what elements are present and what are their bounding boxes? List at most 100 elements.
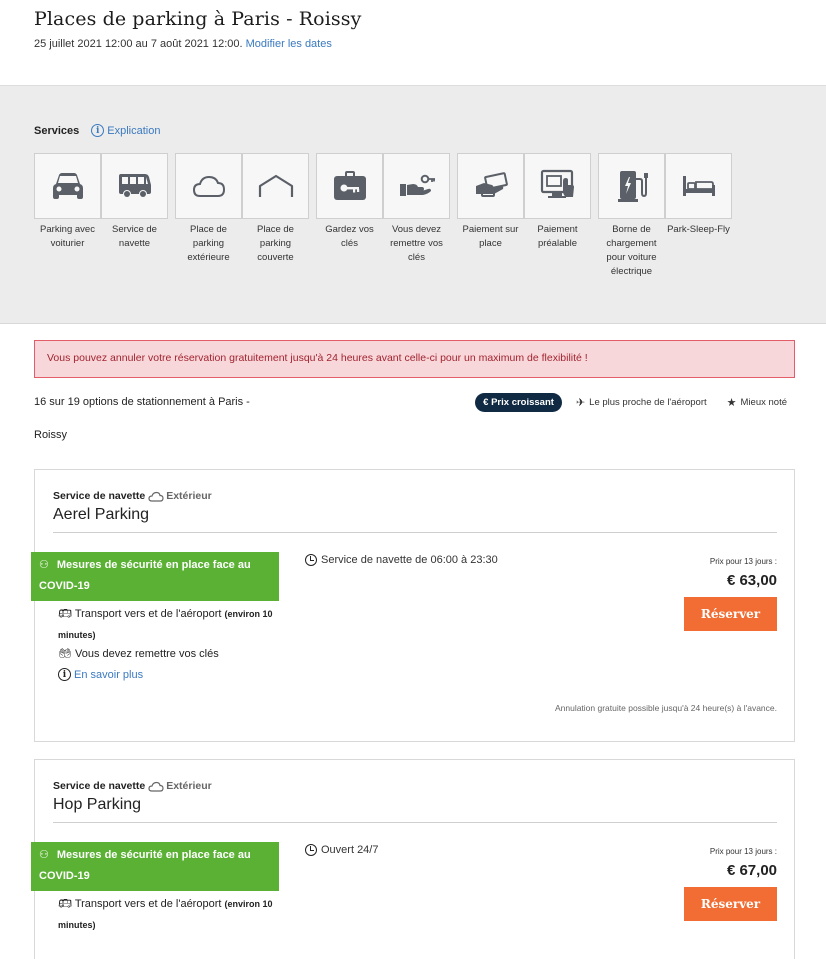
- service-label: Borne de chargement pour voiture électri…: [606, 224, 657, 277]
- services-filter-panel: Services i Explication Parking avec voit…: [0, 86, 826, 324]
- date-range: 25 juillet 2021 12:00 au 7 août 2021 12:…: [34, 38, 792, 50]
- listing-name: Hop Parking: [53, 796, 142, 813]
- explanation-label: Explication: [107, 124, 161, 137]
- modify-dates-link[interactable]: Modifier les dates: [246, 38, 332, 50]
- results-count: 16 sur 19 options de stationnement à Par…: [34, 394, 254, 444]
- service-tile-park-sleep-fly[interactable]: [665, 153, 732, 219]
- service-tile-keep-keys[interactable]: [316, 153, 383, 219]
- listing-type-label: Service de navette: [53, 780, 146, 792]
- service-group-payment: Paiement sur place Paiement préalable: [457, 153, 591, 279]
- service-label: Park-Sleep-Fly: [667, 224, 730, 235]
- shuttle-bus-icon: [118, 174, 151, 197]
- service-tile-leave-keys[interactable]: [383, 153, 450, 219]
- cloud-icon: [148, 491, 164, 502]
- service-filter-outdoor[interactable]: Place de parking extérieure: [175, 153, 242, 279]
- cloud-icon: [192, 175, 225, 197]
- service-filter-keep-keys[interactable]: Gardez vos clés: [316, 153, 383, 279]
- covid-text: Mesures de sécurité en place face au COV…: [39, 559, 251, 592]
- plane-icon: ✈: [575, 397, 586, 409]
- car-icon: [52, 173, 83, 199]
- covid-text: Mesures de sécurité en place face au COV…: [39, 849, 251, 882]
- euro-icon: €: [483, 397, 489, 408]
- listing-location: Extérieur: [148, 780, 212, 792]
- price-value: € 67,00: [726, 862, 777, 879]
- listing-header: Service de navette Extérieur Aerel Parki…: [53, 490, 777, 533]
- explanation-link[interactable]: i Explication: [91, 124, 160, 137]
- service-filters: Parking avec voiturier Service de navett…: [34, 153, 792, 279]
- cancellation-note: Annulation gratuite possible jusqu'à 24 …: [554, 703, 777, 713]
- service-filter-leave-keys[interactable]: Vous devez remettre vos clés: [383, 153, 450, 279]
- bus-icon: 🚌︎: [58, 898, 72, 910]
- service-label: Vous devez remettre vos clés: [390, 224, 443, 263]
- service-filter-park-sleep-fly[interactable]: Park-Sleep-Fly: [665, 153, 732, 279]
- parking-listing-card: Service de navette Extérieur Hop Parking…: [31, 759, 795, 959]
- service-tile-pay-on-site[interactable]: [457, 153, 524, 219]
- cloud-icon: [148, 781, 164, 792]
- hand-key-icon: 🤲︎: [58, 648, 72, 660]
- feature-more[interactable]: i En savoir plus: [58, 668, 143, 681]
- parking-listing-card: Service de navette Extérieur Aerel Parki…: [31, 469, 795, 742]
- results-count-line2: Roissy: [34, 429, 68, 441]
- results-count-line1: 16 sur 19 options de stationnement à Par…: [34, 396, 250, 408]
- covid-badge: ⚇ Mesures de sécurité en place face au CO…: [31, 842, 279, 891]
- service-label: Paiement sur place: [462, 224, 519, 249]
- price-label: Prix pour 13 jours :: [709, 557, 777, 566]
- service-label: Gardez vos clés: [325, 224, 374, 249]
- page-title: Places de parking à Paris - Roissy: [34, 8, 362, 30]
- service-label: Place de parking couverte: [257, 224, 294, 263]
- learn-more-link[interactable]: En savoir plus: [74, 669, 143, 681]
- sort-label: Prix croissant: [491, 397, 554, 408]
- roof-icon: [258, 174, 293, 197]
- transport-text: Transport vers et de l'aéroport: [74, 898, 222, 910]
- service-group-keys: Gardez vos clés Vous devez remettre vos …: [316, 153, 450, 279]
- service-filter-pay-on-site[interactable]: Paiement sur place: [457, 153, 524, 279]
- hours-text: Ouvert 24/7: [321, 844, 379, 856]
- service-group-parking-type: Place de parking extérieure Place de par…: [175, 153, 309, 279]
- listing-location-label: Extérieur: [166, 490, 212, 502]
- reserve-button[interactable]: Réserver: [684, 597, 777, 631]
- sort-closest-airport[interactable]: ✈ Le plus proche de l'aéroport: [576, 396, 707, 409]
- listing-type: Service de navette Extérieur: [53, 490, 777, 502]
- service-filter-valet[interactable]: Parking avec voiturier: [34, 153, 101, 279]
- service-filter-shuttle[interactable]: Service de navette: [101, 153, 168, 279]
- opening-hours: Service de navette de 06:00 à 23:30: [305, 554, 498, 566]
- service-tile-shuttle[interactable]: [101, 153, 168, 219]
- service-group-extras: Borne de chargement pour voiture électri…: [598, 153, 732, 279]
- sort-price-ascending[interactable]: € Prix croissant: [475, 393, 562, 412]
- service-tile-outdoor[interactable]: [175, 153, 242, 219]
- service-label: Parking avec voiturier: [40, 224, 95, 249]
- listing-type-label: Service de navette: [53, 490, 146, 502]
- cancellation-alert: Vous pouvez annuler votre réservation gr…: [34, 340, 795, 378]
- sort-options: € Prix croissant ✈ Le plus proche de l'a…: [475, 393, 795, 412]
- service-tile-ev-charger[interactable]: [598, 153, 665, 219]
- reserve-button[interactable]: Réserver: [684, 887, 777, 921]
- covid-badge: ⚇ Mesures de sécurité en place face au CO…: [31, 552, 279, 601]
- sort-best-rated[interactable]: ★ Mieux noté: [727, 396, 787, 409]
- info-icon: i: [91, 124, 105, 137]
- online-payment-icon: [540, 169, 574, 198]
- services-header: Services i Explication: [34, 124, 792, 137]
- service-filter-covered[interactable]: Place de parking couverte: [242, 153, 309, 279]
- listing-header: Service de navette Extérieur Hop Parking: [53, 780, 777, 823]
- bed-icon: [682, 176, 715, 196]
- page-header: Places de parking à Paris - Roissy 25 ju…: [0, 0, 826, 86]
- hand-key-icon: [399, 174, 435, 196]
- clock-icon: [305, 844, 317, 856]
- service-tile-covered[interactable]: [242, 153, 309, 219]
- results-bar: 16 sur 19 options de stationnement à Par…: [34, 393, 795, 444]
- feature-transport: 🚌︎ Transport vers et de l'aéroport (envi…: [58, 604, 288, 646]
- price-label: Prix pour 13 jours :: [709, 847, 777, 856]
- star-icon: ★: [726, 397, 737, 409]
- listing-location: Extérieur: [148, 490, 212, 502]
- service-tile-valet[interactable]: [34, 153, 101, 219]
- listing-type: Service de navette Extérieur: [53, 780, 777, 792]
- service-filter-prepaid[interactable]: Paiement préalable: [524, 153, 591, 279]
- transport-text: Transport vers et de l'aéroport: [74, 608, 222, 620]
- bus-icon: 🚌︎: [58, 608, 72, 620]
- listing-name: Aerel Parking: [53, 506, 150, 523]
- service-tile-prepaid[interactable]: [524, 153, 591, 219]
- service-group-transfer: Parking avec voiturier Service de navett…: [34, 153, 168, 279]
- service-filter-ev-charger[interactable]: Borne de chargement pour voiture électri…: [598, 153, 665, 279]
- sort-label: Mieux noté: [740, 397, 787, 408]
- info-icon: i: [58, 668, 71, 681]
